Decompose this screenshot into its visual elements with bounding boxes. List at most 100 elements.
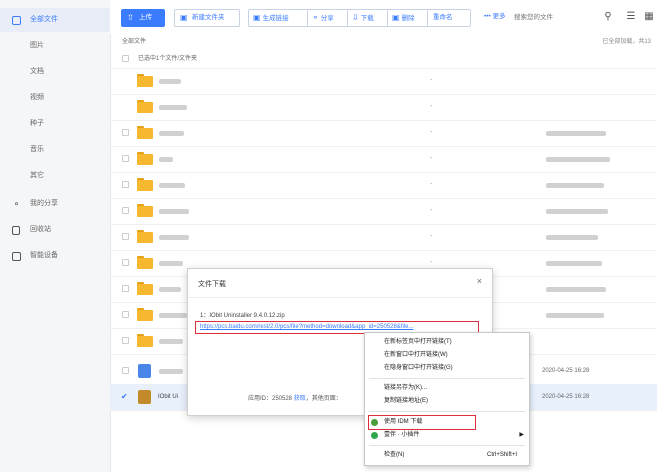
divider <box>369 378 525 379</box>
sidebar-item-smart-devices[interactable]: 智能设备 <box>0 244 110 268</box>
sidebar-item-label: 文档 <box>30 68 44 75</box>
sidebar-item-label: 音乐 <box>30 146 44 153</box>
row-checkbox[interactable] <box>122 155 129 162</box>
menu-item-shortcut: Ctrl+Shift+I <box>486 452 517 458</box>
search-icon[interactable]: ⚲ <box>602 10 614 24</box>
grid-view-icon[interactable]: ▦ <box>643 10 655 24</box>
folder-icon <box>137 178 153 191</box>
row-checkbox[interactable] <box>122 181 129 188</box>
upload-icon: ⇧ <box>127 13 134 22</box>
blurred-name <box>159 287 181 292</box>
row-checkbox[interactable] <box>122 233 129 240</box>
menu-item-label: 检查(N) <box>384 452 405 458</box>
blurred-date <box>546 313 604 318</box>
delete-button[interactable]: ▣ 删除 <box>392 10 415 26</box>
zip-file-icon <box>138 390 151 404</box>
rename-button[interactable]: 重命名 <box>433 10 453 26</box>
menu-item-label: 复制链接地址(E) <box>384 398 428 404</box>
sidebar-item-label: 图片 <box>30 42 44 49</box>
folder-icon <box>137 308 153 321</box>
download-file-name: 1：IObit Uninstaller 9.4.0.12.zip <box>200 313 285 319</box>
trash-icon <box>12 226 21 235</box>
download-link[interactable]: https://pcs.baidu.com/rest/2.0/pcs/file?… <box>200 322 476 332</box>
row-checkbox[interactable] <box>122 311 129 318</box>
menu-item-inspect[interactable]: 检查(N) Ctrl+Shift+I <box>365 449 529 462</box>
checkmark-icon[interactable]: ✔ <box>121 392 128 401</box>
new-folder-button[interactable]: ▣ 新建文件夹 <box>174 9 240 27</box>
row-checkbox[interactable] <box>122 337 129 344</box>
gen-link-button[interactable]: ▣ 生成链接 <box>253 10 289 26</box>
blurred-date <box>546 235 598 240</box>
file-row[interactable]: - <box>110 146 657 173</box>
size-placeholder: - <box>430 181 433 188</box>
sidebar-item-torrents[interactable]: 种子 <box>0 112 110 136</box>
menu-item-open-new-window[interactable]: 在新窗口中打开链接(W) <box>365 349 529 362</box>
device-icon <box>12 252 21 261</box>
folder-icon <box>137 152 153 165</box>
menu-item-open-incognito[interactable]: 在隐身窗口中打开链接(G) <box>365 362 529 375</box>
folder-icon <box>137 230 153 243</box>
divider <box>307 10 308 26</box>
row-checkbox[interactable] <box>122 259 129 266</box>
selection-count: 已选中1个文件/文件夹 <box>138 56 198 62</box>
size-placeholder: - <box>430 233 433 240</box>
breadcrumb[interactable]: 全部文件 <box>122 36 146 45</box>
delete-icon: ▣ <box>392 13 400 22</box>
dialog-title: 文件下载 <box>198 281 226 288</box>
blurred-date <box>546 157 610 162</box>
sidebar-item-my-share[interactable]: ⚬ 我的分享 <box>0 192 110 216</box>
menu-item-copy-link[interactable]: 复制链接地址(E) <box>365 395 529 408</box>
menu-item-idm-download[interactable]: 使用 IDM 下载 <box>365 416 529 429</box>
share-button[interactable]: ⚬ 分享 <box>312 10 334 26</box>
select-all-checkbox[interactable] <box>122 55 129 62</box>
sidebar-item-music[interactable]: 音乐 <box>0 138 110 162</box>
close-icon[interactable]: × <box>477 276 482 286</box>
toolbar: ⇧ 上传 ▣ 新建文件夹 ▣ 生成链接 ⚬ 分享 ⇩ 下载 ▣ 删除 重命名 ••• 更… <box>110 0 657 34</box>
upload-button[interactable]: ⇧ 上传 <box>121 9 165 27</box>
file-row[interactable]: - <box>110 120 657 147</box>
menu-item-label: 链接另存为(K)... <box>384 385 427 391</box>
file-row[interactable]: - <box>110 94 657 121</box>
menu-item-yiban-plugin[interactable]: 壹伴 · 小插件 ▶ <box>365 429 529 442</box>
menu-item-label: 在新标签页中打开链接(T) <box>384 339 452 345</box>
upload-label: 上传 <box>139 14 152 21</box>
file-row[interactable]: - <box>110 198 657 225</box>
row-checkbox[interactable] <box>122 285 129 292</box>
sidebar: 全部文件 图片 文档 视频 种子 音乐 其它 ⚬ 我的分享 回收站 智能设备 <box>0 0 111 472</box>
file-row[interactable]: - <box>110 172 657 199</box>
sidebar-item-all-files[interactable]: 全部文件 <box>0 8 110 32</box>
folder-icon <box>137 334 153 347</box>
file-row[interactable]: - <box>110 224 657 251</box>
menu-item-save-link-as[interactable]: 链接另存为(K)... <box>365 382 529 395</box>
more-button[interactable]: ••• 更多 <box>484 9 506 25</box>
sidebar-item-label: 我的分享 <box>30 200 58 207</box>
app-id-line: 应用ID：250528 获取，其他页面： <box>248 393 342 402</box>
search-input[interactable] <box>514 9 604 25</box>
sidebar-item-other[interactable]: 其它 <box>0 164 110 188</box>
row-checkbox[interactable] <box>122 129 129 136</box>
folder-icon <box>137 256 153 269</box>
blurred-name <box>159 261 183 266</box>
divider <box>369 445 525 446</box>
blurred-name <box>159 183 185 188</box>
blurred-date <box>546 287 606 292</box>
menu-item-open-new-tab[interactable]: 在新标签页中打开链接(T) <box>365 336 529 349</box>
sort-icon[interactable]: ☰ <box>625 10 637 24</box>
blurred-name <box>159 131 184 136</box>
row-checkbox[interactable] <box>122 367 129 374</box>
size-placeholder: - <box>430 77 433 84</box>
blurred-name <box>159 79 181 84</box>
sidebar-item-images[interactable]: 图片 <box>0 34 110 58</box>
sidebar-item-recycle-bin[interactable]: 回收站 <box>0 218 110 242</box>
download-button[interactable]: ⇩ 下载 <box>352 10 374 26</box>
sidebar-item-documents[interactable]: 文档 <box>0 60 110 84</box>
sidebar-item-videos[interactable]: 视频 <box>0 86 110 110</box>
share-icon: ⚬ <box>312 13 319 22</box>
gen-link-label: 生成链接 <box>262 15 289 22</box>
size-placeholder: - <box>430 207 433 214</box>
download-label: 下载 <box>360 15 374 22</box>
row-checkbox[interactable] <box>122 207 129 214</box>
app-id-link[interactable]: 获取 <box>294 396 306 402</box>
file-row[interactable]: - <box>110 68 657 95</box>
file-name[interactable]: IObit Ui <box>158 384 178 410</box>
